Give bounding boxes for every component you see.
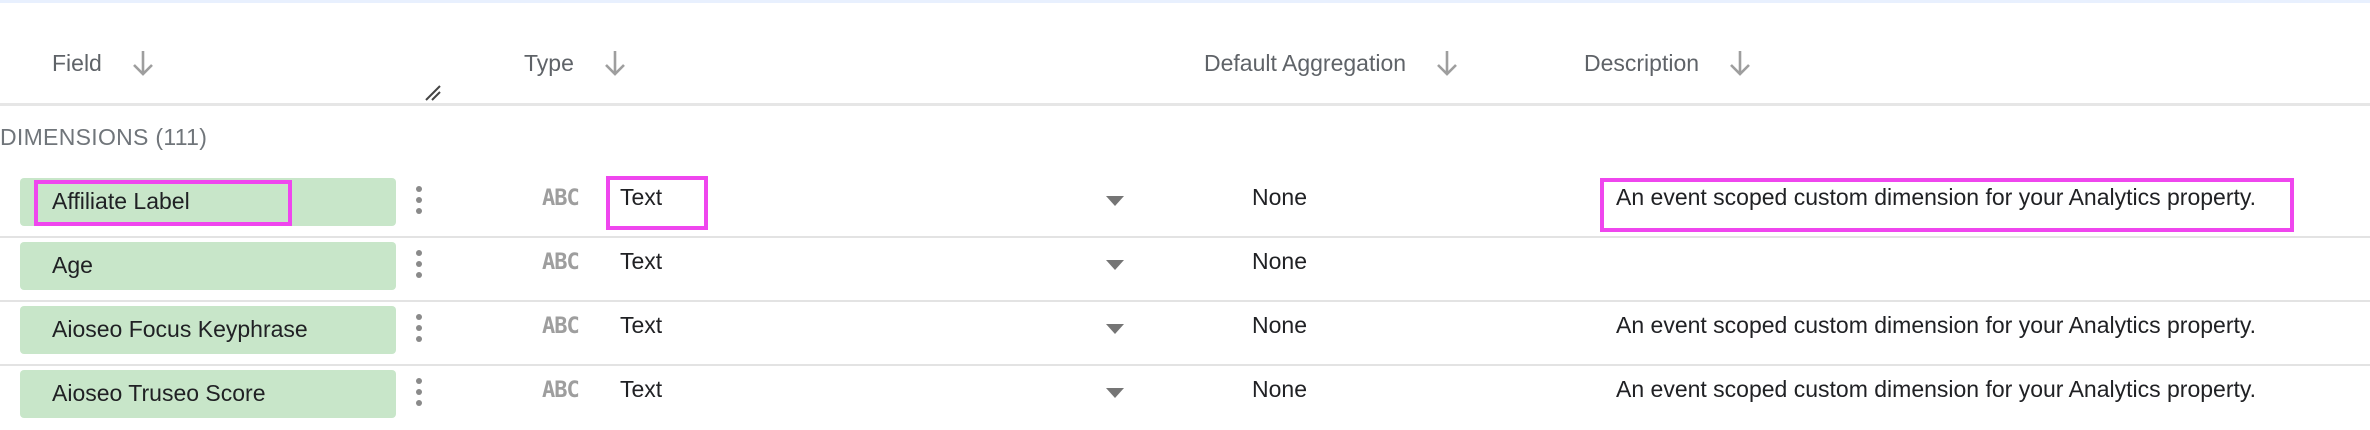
sort-arrow-down-icon[interactable] <box>1727 48 1753 78</box>
field-chip[interactable]: Age <box>20 242 396 290</box>
table-header: Field Type Default Aggregation Descripti… <box>0 0 2370 106</box>
aggregation-value: None <box>1252 376 1307 402</box>
column-header-label: Default Aggregation <box>1204 49 1407 76</box>
column-header-label: Type <box>524 49 574 76</box>
sort-arrow-down-icon[interactable] <box>602 48 628 78</box>
column-header-default-aggregation[interactable]: Default Aggregation <box>1204 48 1460 78</box>
description-text: An event scoped custom dimension for you… <box>1616 312 2257 338</box>
column-header-description[interactable]: Description <box>1584 48 1753 78</box>
field-chip[interactable]: Aioseo Truseo Score <box>20 370 396 418</box>
sort-arrow-down-icon[interactable] <box>130 48 156 78</box>
more-vert-icon[interactable] <box>412 186 426 220</box>
table-row[interactable]: Age ABC Text None <box>0 238 2370 302</box>
aggregation-value: None <box>1252 312 1307 338</box>
field-name: Aioseo Focus Keyphrase <box>52 316 308 342</box>
more-vert-icon[interactable] <box>412 250 426 284</box>
type-value: Text <box>620 184 663 210</box>
field-name: Age <box>52 252 93 278</box>
description-text: An event scoped custom dimension for you… <box>1616 184 2257 210</box>
table-row[interactable]: Aioseo Focus Keyphrase ABC Text None An … <box>0 302 2370 366</box>
type-value: Text <box>620 376 663 402</box>
abc-text-type-icon: ABC <box>542 378 580 403</box>
column-header-label: Field <box>52 49 102 76</box>
field-name: Affiliate Label <box>52 188 190 214</box>
field-name: Aioseo Truseo Score <box>52 380 266 406</box>
type-value: Text <box>620 312 663 338</box>
column-header-type[interactable]: Type <box>524 48 628 78</box>
field-chip[interactable]: Affiliate Label <box>20 178 396 226</box>
table-row[interactable]: Aioseo Truseo Score ABC Text None An eve… <box>0 366 2370 430</box>
column-header-label: Description <box>1584 49 1700 76</box>
abc-text-type-icon: ABC <box>542 250 580 275</box>
aggregation-value: None <box>1252 184 1307 210</box>
sort-arrow-down-icon[interactable] <box>1434 48 1460 78</box>
dropdown-caret-icon[interactable] <box>1106 388 1124 398</box>
dropdown-caret-icon[interactable] <box>1106 324 1124 334</box>
description-text: An event scoped custom dimension for you… <box>1616 376 2257 402</box>
section-label-dimensions: DIMENSIONS (111) <box>0 124 208 150</box>
dropdown-caret-icon[interactable] <box>1106 260 1124 270</box>
dropdown-caret-icon[interactable] <box>1106 196 1124 206</box>
table-row[interactable]: Affiliate Label ABC Text None An event s… <box>0 174 2370 238</box>
type-value: Text <box>620 248 663 274</box>
abc-text-type-icon: ABC <box>542 186 580 211</box>
resize-handle-icon[interactable] <box>424 84 442 102</box>
more-vert-icon[interactable] <box>412 314 426 348</box>
field-chip[interactable]: Aioseo Focus Keyphrase <box>20 306 396 354</box>
abc-text-type-icon: ABC <box>542 314 580 339</box>
column-header-field[interactable]: Field <box>52 48 156 78</box>
aggregation-value: None <box>1252 248 1307 274</box>
more-vert-icon[interactable] <box>412 378 426 412</box>
